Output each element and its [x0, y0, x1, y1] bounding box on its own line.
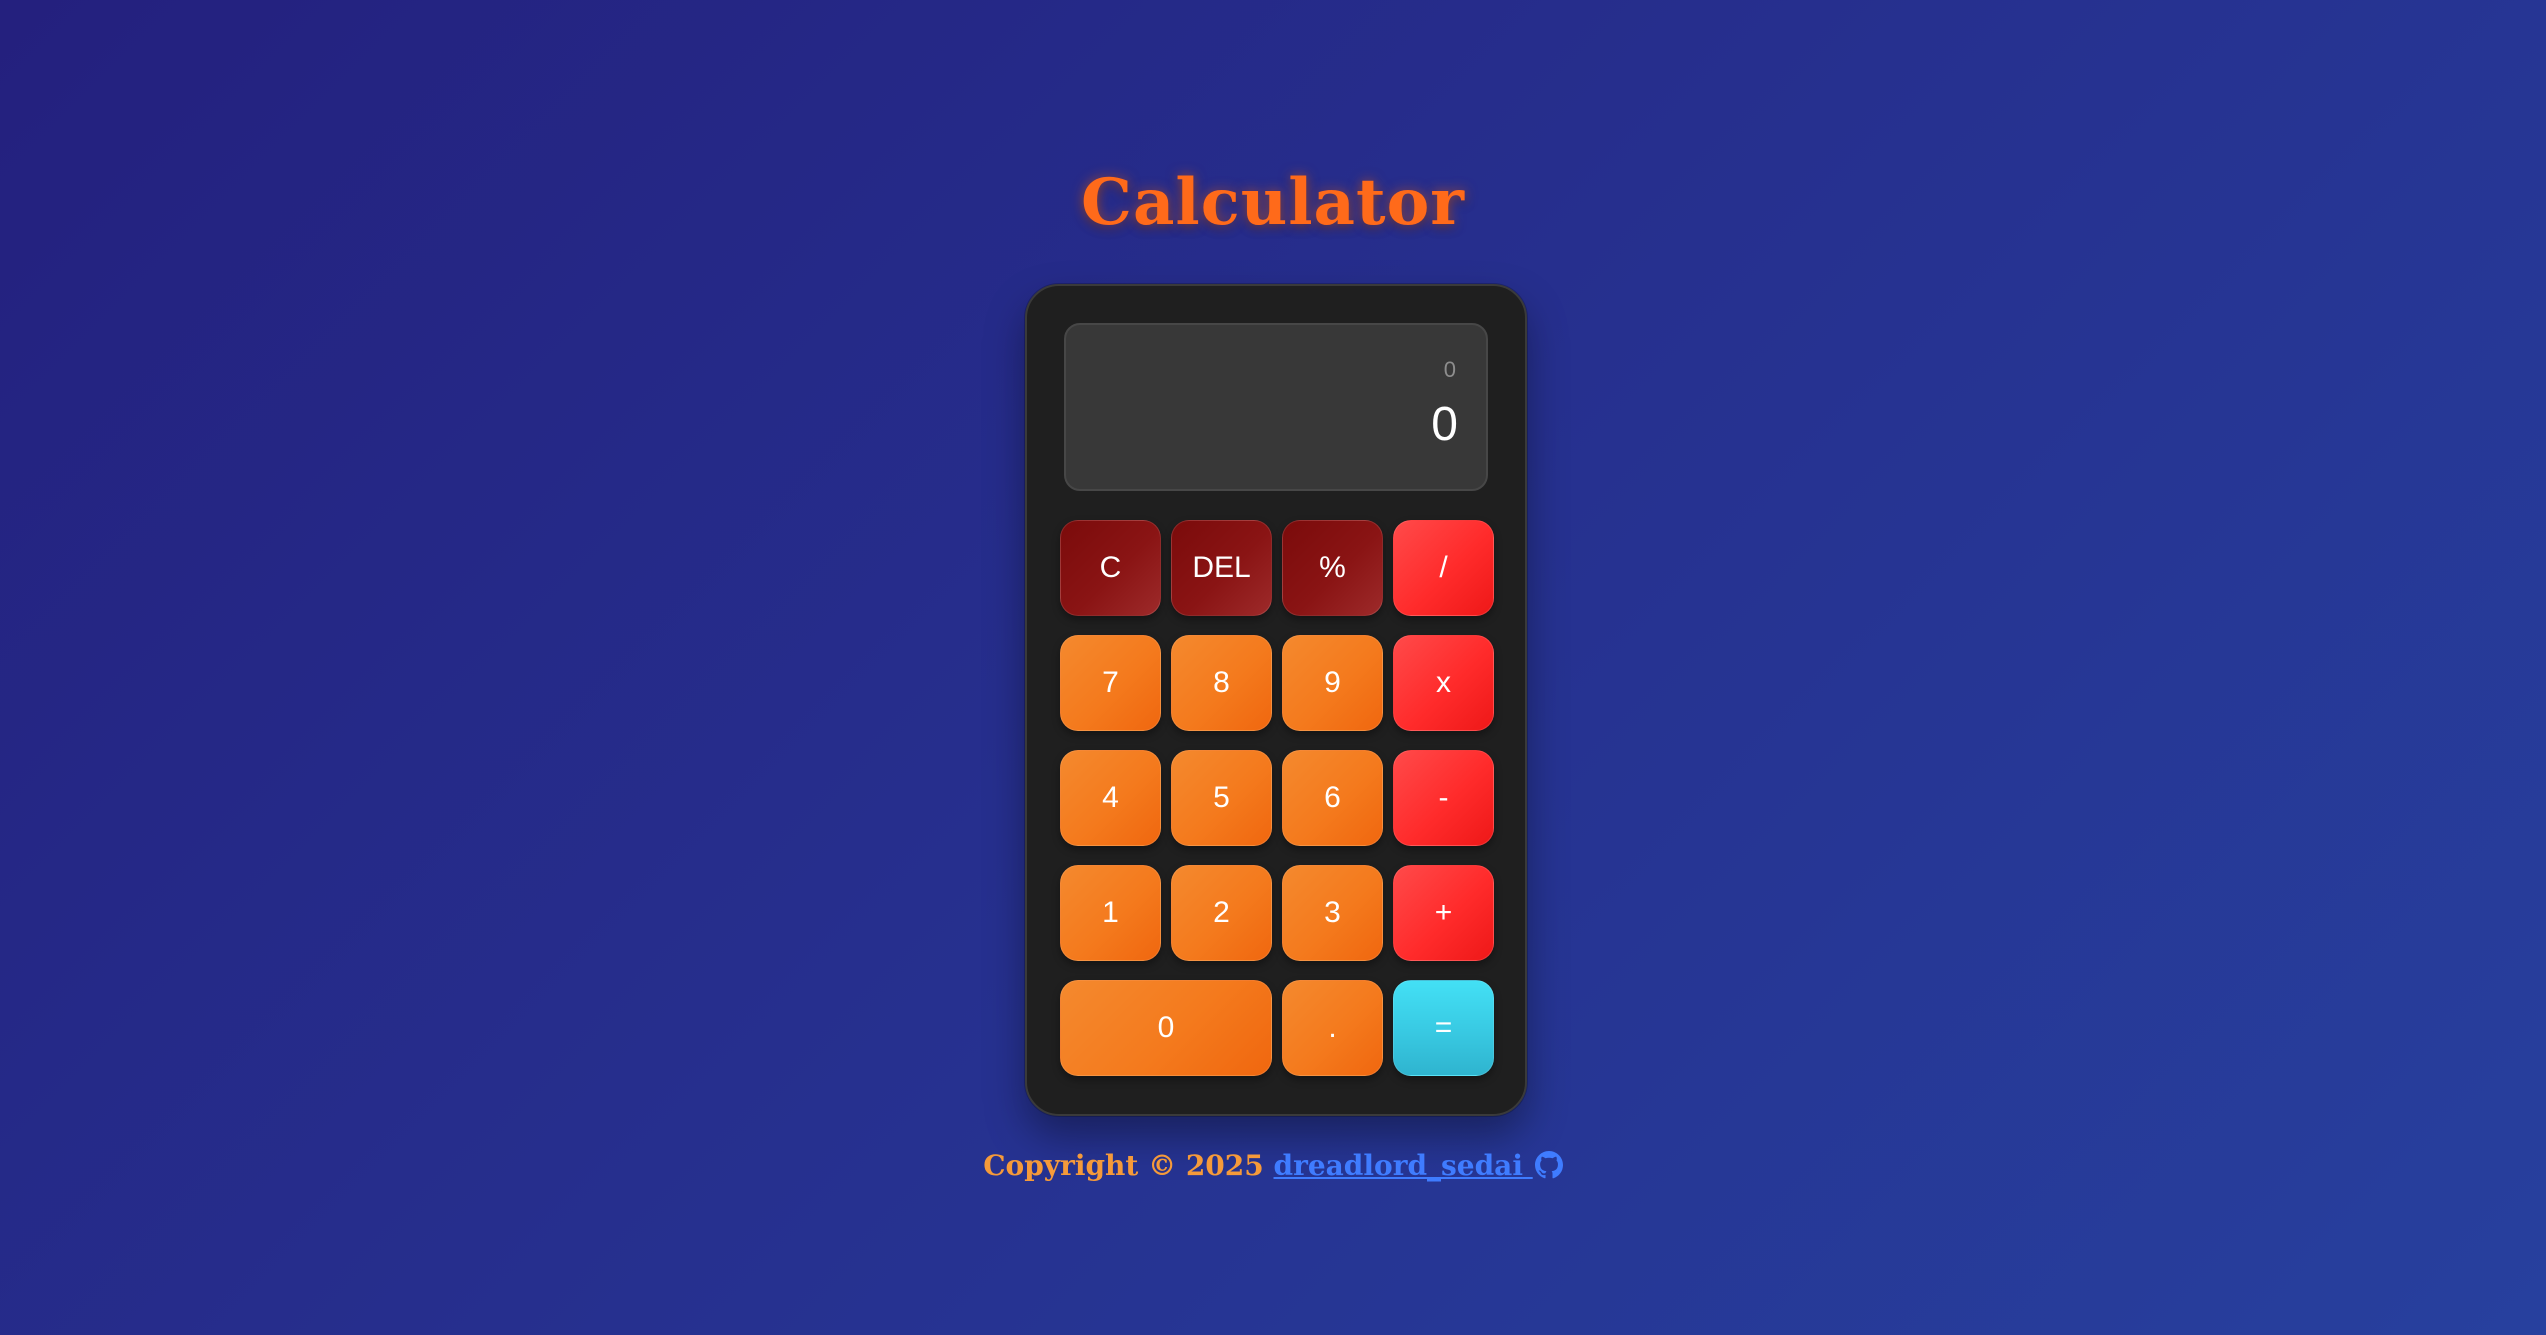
copyright-text: Copyright © 2025 [983, 1149, 1264, 1182]
digit-7-button[interactable]: 7 [1060, 635, 1161, 731]
percent-button[interactable]: % [1282, 520, 1383, 616]
digit-5-button[interactable]: 5 [1171, 750, 1272, 846]
digit-4-button[interactable]: 4 [1060, 750, 1161, 846]
github-icon[interactable] [1534, 1150, 1563, 1179]
decimal-button[interactable]: . [1282, 980, 1383, 1076]
delete-button[interactable]: DEL [1171, 520, 1272, 616]
author-name: dreadlord_sedai [1273, 1149, 1523, 1182]
digit-0-button[interactable]: 0 [1060, 980, 1272, 1076]
subtract-button[interactable]: - [1393, 750, 1494, 846]
calculator: 0 0 C DEL % / 7 8 9 x 4 5 6 - 1 2 3 + 0 … [1025, 284, 1527, 1116]
digit-3-button[interactable]: 3 [1282, 865, 1383, 961]
equals-button[interactable]: = [1393, 980, 1494, 1076]
previous-operand: 0 [1443, 357, 1456, 382]
calculator-display: 0 0 [1064, 323, 1488, 491]
page-title: Calculator [1081, 165, 1465, 240]
digit-1-button[interactable]: 1 [1060, 865, 1161, 961]
add-button[interactable]: + [1393, 865, 1494, 961]
multiply-button[interactable]: x [1393, 635, 1494, 731]
current-operand: 0 [1431, 398, 1458, 451]
divide-button[interactable]: / [1393, 520, 1494, 616]
keypad: C DEL % / 7 8 9 x 4 5 6 - 1 2 3 + 0 . = [1060, 520, 1494, 1076]
digit-9-button[interactable]: 9 [1282, 635, 1383, 731]
digit-6-button[interactable]: 6 [1282, 750, 1383, 846]
clear-button[interactable]: C [1060, 520, 1161, 616]
digit-2-button[interactable]: 2 [1171, 865, 1272, 961]
author-link[interactable]: dreadlord_sedai [1274, 1149, 1563, 1182]
digit-8-button[interactable]: 8 [1171, 635, 1272, 731]
footer: Copyright © 2025 dreadlord_sedai [0, 1146, 2546, 1186]
